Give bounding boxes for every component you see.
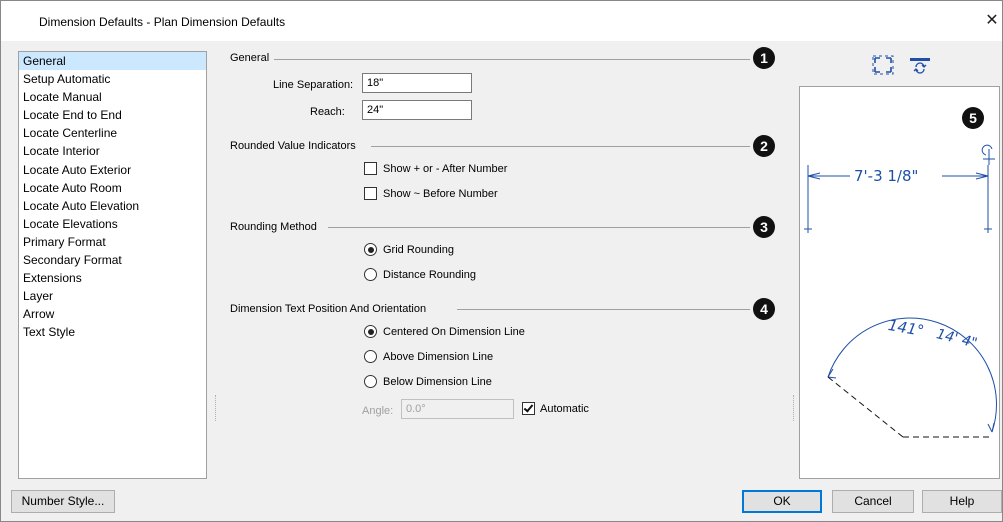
category-list[interactable]: General Setup Automatic Locate Manual Locat… [18, 51, 207, 479]
sidebar-item-locate-auto-room[interactable]: Locate Auto Room [19, 179, 206, 197]
grid-rounding-label[interactable]: Grid Rounding [383, 244, 454, 256]
show-tilde-checkbox[interactable] [364, 187, 377, 200]
distance-rounding-radio[interactable] [364, 268, 377, 281]
centered-on-line-radio[interactable] [364, 325, 377, 338]
angle-input[interactable]: 0.0° [401, 399, 514, 419]
above-line-radio[interactable] [364, 350, 377, 363]
title-bar: Dimension Defaults - Plan Dimension Defa… [1, 1, 1002, 41]
angle-label: Angle: [362, 405, 394, 417]
close-icon[interactable]: ✕ [982, 9, 1002, 33]
show-plus-minus-checkbox[interactable] [364, 162, 377, 175]
sidebar-item-text-style[interactable]: Text Style [19, 323, 206, 341]
show-plus-minus-label[interactable]: Show + or - After Number [383, 163, 507, 175]
callout-badge-2: 2 [753, 135, 775, 157]
help-button[interactable]: Help [922, 490, 1002, 513]
above-line-label[interactable]: Above Dimension Line [383, 351, 493, 363]
sidebar-item-locate-interior[interactable]: Locate Interior [19, 142, 206, 160]
centered-on-line-label[interactable]: Centered On Dimension Line [383, 326, 525, 338]
sidebar-item-locate-end-to-end[interactable]: Locate End to End [19, 106, 206, 124]
linear-dimension-text: 7'-3 1/8" [854, 167, 919, 185]
rounding-method-section-title: Rounding Method [230, 221, 317, 233]
sidebar-item-primary-format[interactable]: Primary Format [19, 233, 206, 251]
reach-input[interactable]: 24" [362, 100, 472, 120]
sidebar-item-arrow[interactable]: Arrow [19, 305, 206, 323]
show-tilde-label[interactable]: Show ~ Before Number [383, 188, 498, 200]
text-position-divider [457, 309, 750, 310]
text-position-section-title: Dimension Text Position And Orientation [230, 303, 427, 315]
sidebar-item-secondary-format[interactable]: Secondary Format [19, 251, 206, 269]
preview-panel: 5 7'-3 1/8" 141° 14' 4" [799, 86, 1000, 479]
sidebar-item-locate-auto-exterior[interactable]: Locate Auto Exterior [19, 161, 206, 179]
sidebar-item-locate-centerline[interactable]: Locate Centerline [19, 124, 206, 142]
swap-preview-icon[interactable] [909, 55, 931, 75]
reach-label: Reach: [310, 106, 345, 118]
grid-rounding-radio[interactable] [364, 243, 377, 256]
below-line-radio[interactable] [364, 375, 377, 388]
callout-badge-4: 4 [753, 298, 775, 320]
automatic-label[interactable]: Automatic [540, 403, 589, 415]
line-separation-input[interactable]: 18" [362, 73, 472, 93]
line-separation-label: Line Separation: [273, 79, 354, 91]
automatic-checkbox[interactable] [522, 402, 535, 415]
callout-badge-3: 3 [753, 216, 775, 238]
general-section-title: General [230, 52, 270, 64]
fill-window-icon[interactable] [872, 55, 894, 75]
sidebar-item-general[interactable]: General [19, 52, 206, 71]
sidebar-item-setup-automatic[interactable]: Setup Automatic [19, 70, 206, 88]
rounded-indicators-divider [371, 146, 750, 147]
preview-drawing [804, 144, 997, 438]
below-line-label[interactable]: Below Dimension Line [383, 376, 492, 388]
rounding-method-divider [328, 227, 750, 228]
dimension-defaults-dialog: Dimension Defaults - Plan Dimension Defa… [0, 0, 1003, 522]
number-style-button[interactable]: Number Style... [11, 490, 115, 513]
rounded-indicators-section-title: Rounded Value Indicators [230, 140, 356, 152]
callout-badge-1: 1 [753, 47, 775, 69]
sidebar-item-locate-auto-elevation[interactable]: Locate Auto Elevation [19, 197, 206, 215]
distance-rounding-label[interactable]: Distance Rounding [383, 269, 476, 281]
sidebar-item-extensions[interactable]: Extensions [19, 269, 206, 287]
cancel-button[interactable]: Cancel [832, 490, 914, 513]
sidebar-item-layer[interactable]: Layer [19, 287, 206, 305]
general-section-divider [274, 59, 750, 60]
window-title: Dimension Defaults - Plan Dimension Defa… [39, 15, 286, 29]
sidebar-item-locate-manual[interactable]: Locate Manual [19, 88, 206, 106]
right-splitter-handle[interactable] [793, 395, 795, 421]
left-splitter-handle[interactable] [215, 395, 217, 421]
sidebar-item-locate-elevations[interactable]: Locate Elevations [19, 215, 206, 233]
ok-button[interactable]: OK [742, 490, 822, 513]
